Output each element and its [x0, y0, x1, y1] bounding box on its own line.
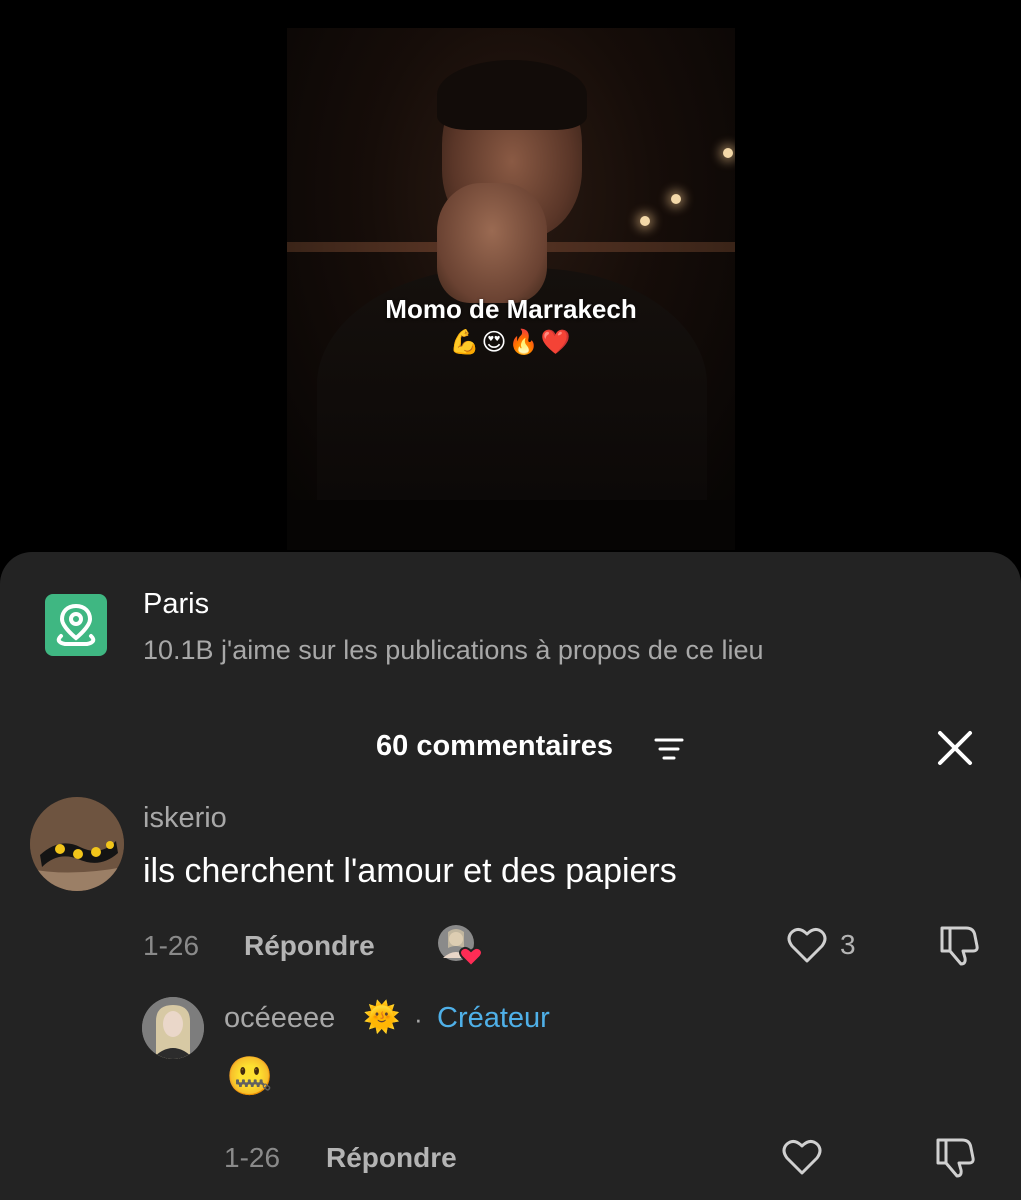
tiktok-video-comments-screen: Momo de Marrakech 💪😍🔥❤️ Paris 10.1B j'ai…: [0, 0, 1021, 1200]
location-name[interactable]: Paris: [143, 588, 209, 621]
creator-badge: Créateur: [437, 1002, 550, 1034]
comments-count-title: 60 commentaires: [376, 730, 613, 762]
video-bottom-strip: [287, 500, 735, 550]
background-light: [671, 194, 681, 204]
like-count: 3: [840, 929, 856, 960]
separator-dot: ·: [414, 1004, 423, 1034]
creator-liked-badge: [437, 924, 483, 968]
filter-icon[interactable]: [654, 736, 684, 762]
reply-button[interactable]: Répondre: [244, 930, 375, 962]
dislike-icon[interactable]: [932, 1134, 978, 1185]
location-stats: 10.1B j'aime sur les publications à prop…: [143, 635, 764, 665]
clapping-hands: [437, 183, 547, 303]
reply-button[interactable]: Répondre: [326, 1142, 457, 1174]
video-caption-emoji: 💪😍🔥❤️: [449, 329, 573, 356]
avatar[interactable]: [30, 797, 124, 891]
person-hair: [437, 60, 587, 130]
sun-emoji: 🌞: [363, 1001, 401, 1034]
comment-date: 1-26: [143, 930, 200, 961]
reply-username[interactable]: océeeee: [224, 1002, 335, 1035]
comment-text: ils cherchent l'amour et des papiers: [143, 852, 677, 890]
dislike-icon[interactable]: [936, 922, 982, 973]
comment-username[interactable]: iskerio: [143, 802, 227, 835]
location-pin-icon[interactable]: [45, 594, 107, 656]
reply-date: 1-26: [224, 1142, 281, 1173]
video-player[interactable]: Momo de Marrakech 💪😍🔥❤️: [287, 28, 735, 500]
close-icon[interactable]: [936, 729, 974, 767]
like-heart-icon[interactable]: [781, 1137, 823, 1182]
reply-text: 🤐: [226, 1056, 274, 1098]
like-heart-icon[interactable]: [786, 925, 828, 970]
reply-avatar[interactable]: [142, 997, 204, 1059]
background-light: [640, 216, 650, 226]
video-caption: Momo de Marrakech: [385, 294, 637, 324]
background-light: [723, 148, 733, 158]
